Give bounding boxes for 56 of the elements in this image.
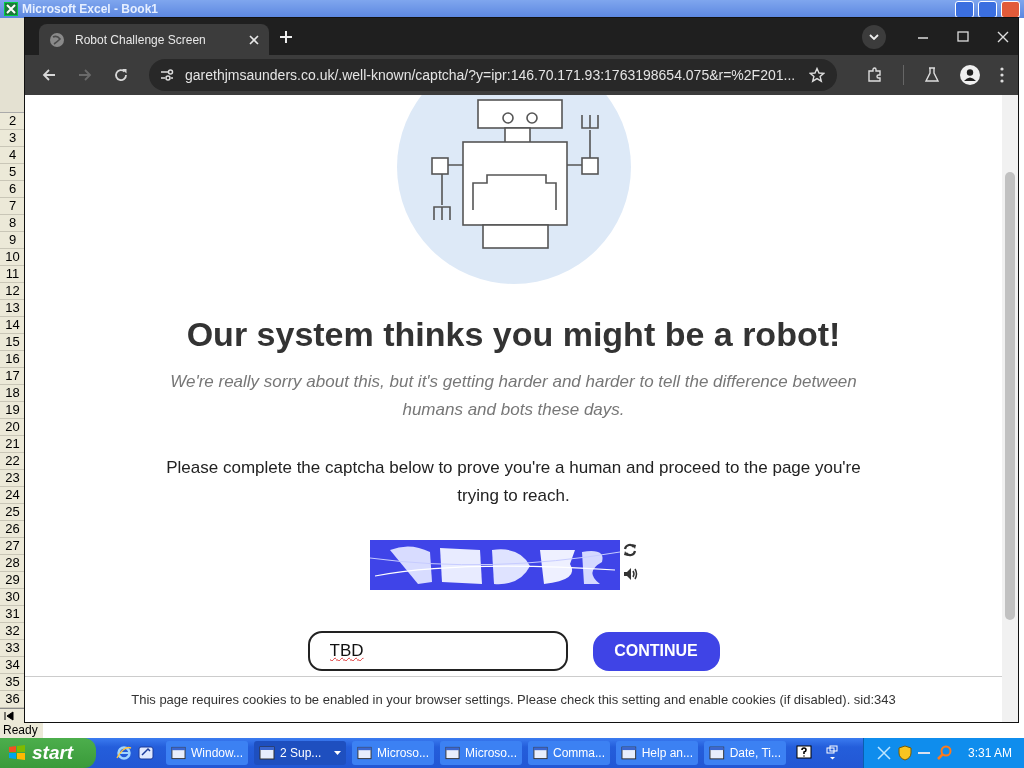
help-icon[interactable]	[796, 745, 812, 761]
refresh-icon[interactable]	[623, 543, 637, 557]
window-icon	[357, 745, 372, 761]
tab-search-button[interactable]	[862, 24, 886, 49]
profile-icon[interactable]	[960, 65, 980, 85]
taskbar-button[interactable]: Window...	[166, 741, 248, 765]
desktop-icon[interactable]	[138, 745, 154, 761]
window-icon	[171, 745, 186, 761]
taskbar-button[interactable]: Date, Ti...	[704, 741, 786, 765]
restore-button[interactable]	[978, 0, 997, 18]
close-icon[interactable]	[249, 34, 259, 45]
close-button[interactable]	[1001, 0, 1020, 18]
instruction-text: Please complete the captcha below to prove you're a human and proceed to the page you're trying to reach.	[165, 457, 862, 507]
apology-text: We're really sorry about this, but it's getting harder and harder to tell the difference between humans and bots these days.	[169, 371, 858, 421]
window-icon	[621, 745, 637, 761]
status-text: Ready	[0, 722, 43, 738]
start-button[interactable]: start	[0, 738, 96, 768]
window-icon	[709, 745, 725, 761]
taskbar-button[interactable]: Comma...	[528, 741, 610, 765]
cookie-notice: This page requires cookies to be enabled in your browser settings. Please check this setting and enable cookies (if disabled). sid:343	[131, 692, 896, 707]
speaker-icon[interactable]	[623, 567, 639, 581]
maximize-icon[interactable]	[957, 30, 969, 43]
back-icon[interactable]	[41, 67, 57, 83]
reload-icon[interactable]	[113, 67, 129, 83]
address-bar[interactable]: garethjmsaunders.co.uk/.well-known/captcha/?y=ipr:146.70.171.93:1763198654.075&r=%2F201...	[149, 59, 837, 91]
clock: 3:31 AM	[967, 746, 1012, 760]
continue-button[interactable]: CONTINUE	[592, 631, 720, 671]
new-tab-icon[interactable]	[279, 29, 293, 44]
spreadsheet-icon	[4, 2, 18, 16]
chevron-down-icon	[869, 33, 879, 40]
taskbar-button[interactable]: Microso...	[352, 741, 434, 765]
show-windows-icon[interactable]	[826, 745, 838, 761]
window-icon	[259, 745, 275, 761]
browser-icon[interactable]	[116, 745, 132, 761]
answer-field[interactable]: TBD	[307, 631, 568, 671]
extensions-icon[interactable]	[867, 67, 883, 83]
windows-logo-icon	[8, 744, 26, 762]
flask-icon[interactable]	[924, 67, 940, 83]
menu-icon[interactable]	[1000, 67, 1004, 83]
window-title: Microsoft Excel - Book1	[22, 2, 159, 16]
taskbar-button[interactable]: Help an...	[616, 741, 698, 765]
scrollbar[interactable]	[1002, 95, 1018, 722]
taskbar-button[interactable]: Microso...	[440, 741, 522, 765]
scroll-thumb[interactable]	[1005, 172, 1015, 620]
page-heading: Our system thinks you might be a robot!	[186, 314, 841, 355]
minimize-button[interactable]	[955, 0, 974, 18]
window-icon	[533, 745, 548, 761]
close-icon[interactable]	[997, 30, 1009, 43]
dropdown-icon[interactable]	[334, 751, 341, 755]
shield-icon[interactable]	[897, 745, 912, 761]
site-settings-icon[interactable]	[159, 67, 175, 83]
first-sheet-icon[interactable]	[4, 710, 14, 721]
taskbar-button[interactable]: 2 Sup...	[254, 741, 346, 765]
window-icon	[445, 745, 460, 761]
browser-tab[interactable]: Robot Challenge Screen	[39, 24, 269, 55]
star-icon[interactable]	[809, 67, 825, 83]
